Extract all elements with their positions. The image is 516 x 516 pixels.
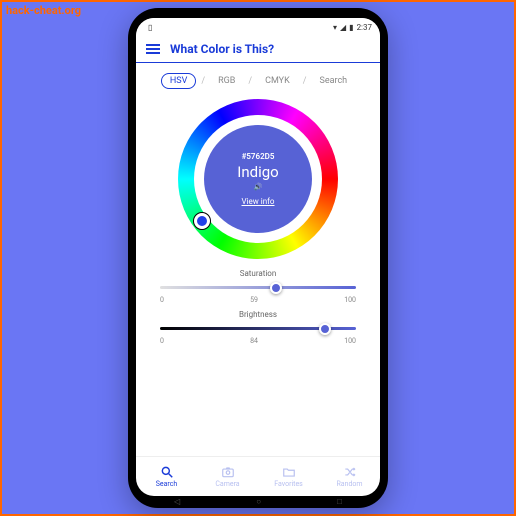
saturation-stops: 0 59 100 <box>160 296 356 304</box>
saturation-label: Saturation <box>160 269 356 278</box>
sliders-panel: Saturation 0 59 100 Brightness 0 84 100 <box>136 265 380 357</box>
saturation-value: 59 <box>250 296 258 304</box>
home-icon[interactable]: ○ <box>256 497 261 506</box>
card-icon: ▯ <box>148 23 152 32</box>
back-icon[interactable]: ◁ <box>174 497 180 506</box>
brightness-max: 100 <box>344 337 356 345</box>
color-preview: #5762D5 Indigo 🔊 View info <box>204 125 312 233</box>
tab-separator: / <box>303 76 307 86</box>
nav-search-label: Search <box>156 480 178 488</box>
view-info-link[interactable]: View info <box>242 197 275 206</box>
recents-icon[interactable]: □ <box>337 497 342 506</box>
signal-icon: ◢ <box>340 23 346 32</box>
saturation-max: 100 <box>344 296 356 304</box>
speaker-icon[interactable]: 🔊 <box>254 183 263 191</box>
color-wheel-container: #5762D5 Indigo 🔊 View info <box>136 97 380 265</box>
color-wheel[interactable]: #5762D5 Indigo 🔊 View info <box>178 99 338 259</box>
hex-code: #5762D5 <box>242 152 275 161</box>
wifi-icon: ▾ <box>333 23 337 32</box>
screen: ▯ ▾ ◢ ▮ 2:37 What Color is This? HSV / R… <box>136 18 380 496</box>
tab-separator: / <box>248 76 252 86</box>
watermark-text: hack-cheat.org <box>6 4 81 17</box>
brightness-stops: 0 84 100 <box>160 337 356 345</box>
menu-icon[interactable] <box>146 44 160 54</box>
nav-favorites[interactable]: Favorites <box>258 457 319 496</box>
bottom-nav: Search Camera Favorites Random <box>136 456 380 496</box>
android-status-bar: ▯ ▾ ◢ ▮ 2:37 <box>136 18 380 36</box>
brightness-value: 84 <box>250 337 258 345</box>
battery-icon: ▮ <box>349 23 353 32</box>
tab-separator: / <box>201 76 205 86</box>
hue-handle[interactable] <box>194 213 210 229</box>
brightness-slider[interactable] <box>160 322 356 336</box>
saturation-min: 0 <box>160 296 164 304</box>
shuffle-icon <box>343 465 357 479</box>
camera-icon <box>221 465 235 479</box>
brightness-thumb[interactable] <box>319 323 331 335</box>
search-icon <box>160 465 174 479</box>
nav-camera[interactable]: Camera <box>197 457 258 496</box>
nav-camera-label: Camera <box>215 480 239 488</box>
tab-cmyk[interactable]: CMYK <box>257 74 298 88</box>
mode-tabs: HSV / RGB / CMYK / Search <box>136 63 380 97</box>
nav-random-label: Random <box>336 480 362 488</box>
nav-favorites-label: Favorites <box>274 480 303 488</box>
tab-search[interactable]: Search <box>311 74 355 88</box>
saturation-thumb[interactable] <box>270 282 282 294</box>
brightness-label: Brightness <box>160 310 356 319</box>
tab-rgb[interactable]: RGB <box>210 74 243 88</box>
nav-search[interactable]: Search <box>136 457 197 496</box>
color-name: Indigo <box>237 163 278 181</box>
tab-hsv[interactable]: HSV <box>161 73 197 89</box>
nav-random[interactable]: Random <box>319 457 380 496</box>
clock-text: 2:37 <box>357 23 372 32</box>
saturation-slider[interactable] <box>160 281 356 295</box>
phone-frame: ▯ ▾ ◢ ▮ 2:37 What Color is This? HSV / R… <box>128 8 388 508</box>
saturation-track <box>160 286 356 289</box>
app-title: What Color is This? <box>170 42 274 56</box>
brightness-min: 0 <box>160 337 164 345</box>
app-header: What Color is This? <box>136 36 380 63</box>
folder-icon <box>282 465 296 479</box>
android-nav-bar: ◁ ○ □ <box>136 496 380 506</box>
